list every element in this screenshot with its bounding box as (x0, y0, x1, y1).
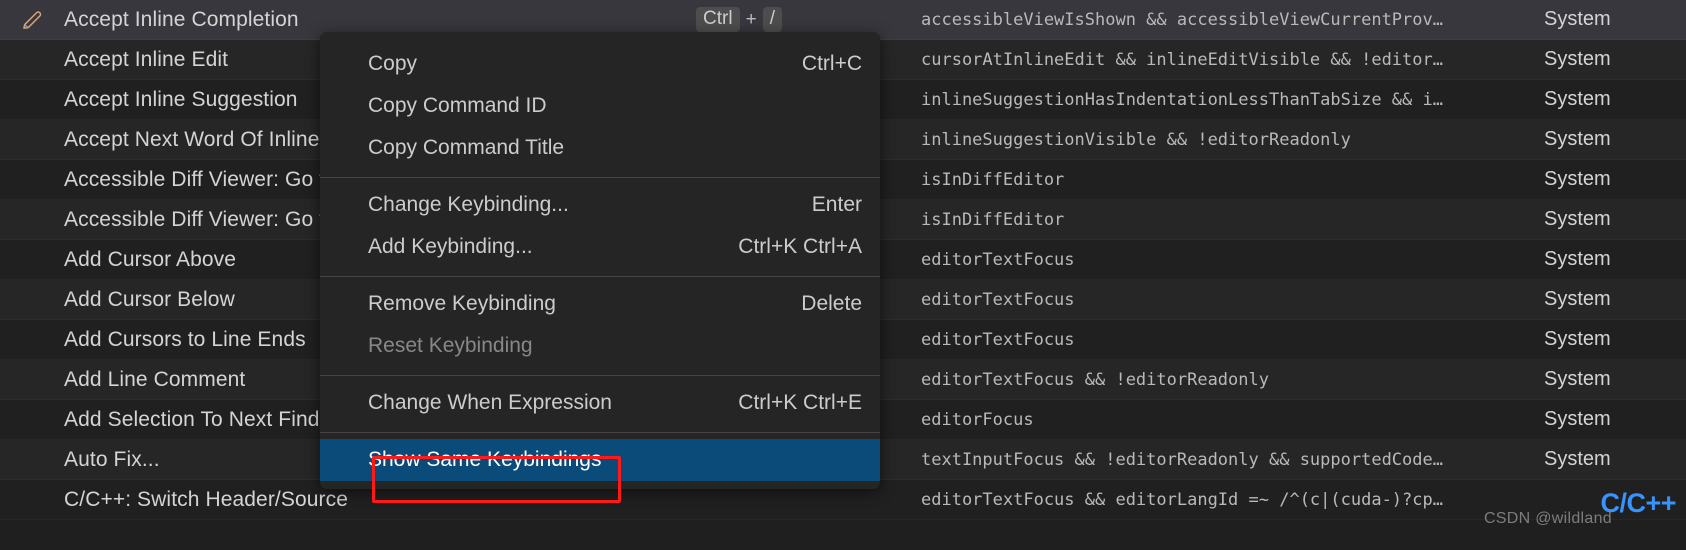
menu-item-reset-keybinding: Reset Keybinding (320, 325, 880, 367)
row-edit-icon-cell (0, 40, 64, 79)
row-source-label: System (1544, 248, 1611, 270)
row-when-expression: editorTextFocus && editorLangId =~ /^(c|… (921, 489, 1443, 510)
menu-item-add-keybinding[interactable]: Add Keybinding... Ctrl+K Ctrl+A (320, 226, 880, 268)
row-when-expression: inlineSuggestionHasIndentationLessThanTa… (921, 89, 1443, 110)
menu-item-accelerator: Delete (801, 292, 862, 315)
menu-item-show-same-keybindings[interactable]: Show Same Keybindings (320, 439, 880, 481)
row-source-label: System (1544, 408, 1611, 430)
menu-item-accelerator: Ctrl+K Ctrl+A (738, 235, 862, 258)
row-source-label: System (1544, 88, 1611, 110)
keycap: Ctrl (696, 6, 740, 33)
menu-item-change-keybinding[interactable]: Change Keybinding... Enter (320, 184, 880, 226)
row-edit-icon-cell (0, 160, 64, 199)
row-edit-icon-cell (0, 80, 64, 119)
menu-item-change-when-expression[interactable]: Change When Expression Ctrl+K Ctrl+E (320, 382, 880, 424)
menu-item-label: Change When Expression (368, 391, 612, 414)
row-source-label: System (1544, 168, 1611, 190)
row-when-expression: textInputFocus && !editorReadonly && sup… (921, 449, 1443, 470)
menu-item-copy-command-title[interactable]: Copy Command Title (320, 127, 880, 169)
row-when-expression: editorTextFocus (921, 289, 1075, 310)
menu-item-accelerator: Enter (811, 193, 862, 216)
row-command-label: Accept Inline Completion (64, 7, 299, 31)
row-source-label: System (1544, 8, 1611, 30)
row-when-expression: accessibleViewIsShown && accessibleViewC… (921, 9, 1443, 30)
menu-item-label: Copy Command ID (368, 94, 547, 117)
menu-item-label: Reset Keybinding (368, 334, 533, 357)
row-edit-icon-cell (0, 400, 64, 439)
menu-group: Show Same Keybindings (320, 432, 880, 489)
row-source-label: System (1544, 48, 1611, 70)
row-source-label: System (1544, 208, 1611, 230)
language-badge: C/C++ (1600, 488, 1676, 518)
row-when-expression: editorTextFocus (921, 329, 1075, 350)
menu-item-label: Copy Command Title (368, 136, 565, 159)
row-edit-icon-cell (0, 360, 64, 399)
row-edit-icon-cell (0, 280, 64, 319)
menu-group: Change Keybinding... Enter Add Keybinding.… (320, 177, 880, 276)
menu-item-label: Change Keybinding... (368, 193, 569, 216)
row-command-label: C/C++: Switch Header/Source (64, 487, 348, 511)
menu-group: Remove Keybinding Delete Reset Keybinding (320, 276, 880, 375)
keybindings-editor-screen: Accept Inline Completion Ctrl + / accessible… (0, 0, 1686, 550)
row-edit-icon-cell (0, 320, 64, 359)
menu-item-label: Copy (368, 52, 418, 75)
menu-item-label: Show Same Keybindings (368, 448, 602, 471)
key-separator: + (745, 8, 757, 30)
row-edit-icon-cell (0, 240, 64, 279)
menu-item-copy-command-id[interactable]: Copy Command ID (320, 85, 880, 127)
keybindings-context-menu[interactable]: Copy Ctrl+C Copy Command ID Copy Command Ti… (320, 32, 880, 489)
menu-group: Change When Expression Ctrl+K Ctrl+E (320, 375, 880, 432)
row-source-label: System (1544, 368, 1611, 390)
row-edit-icon-cell (0, 480, 64, 519)
menu-item-label: Remove Keybinding (368, 292, 556, 315)
row-source-label: System (1544, 128, 1611, 150)
row-when-expression: isInDiffEditor (921, 169, 1065, 190)
row-when-expression: inlineSuggestionVisible && !editorReadon… (921, 129, 1351, 150)
menu-item-copy[interactable]: Copy Ctrl+C (320, 43, 880, 85)
row-edit-icon-cell (0, 440, 64, 479)
row-edit-icon-cell[interactable] (0, 0, 64, 39)
menu-item-accelerator: Ctrl+C (801, 52, 862, 75)
row-when-expression: editorTextFocus (921, 249, 1075, 270)
row-source-label: System (1544, 448, 1611, 470)
keycap: / (762, 6, 782, 33)
row-when-expression: isInDiffEditor (921, 209, 1065, 230)
menu-group: Copy Ctrl+C Copy Command ID Copy Command Ti… (320, 37, 880, 177)
menu-item-label: Add Keybinding... (368, 235, 533, 258)
row-when-expression: editorFocus (921, 409, 1034, 430)
row-source-label: System (1544, 288, 1611, 310)
menu-item-accelerator: Ctrl+K Ctrl+E (738, 391, 862, 414)
row-source-label: System (1544, 328, 1611, 350)
menu-item-remove-keybinding[interactable]: Remove Keybinding Delete (320, 283, 880, 325)
row-edit-icon-cell (0, 200, 64, 239)
row-when-expression: cursorAtInlineEdit && inlineEditVisible … (921, 49, 1443, 70)
row-edit-icon-cell (0, 120, 64, 159)
row-when-expression: editorTextFocus && !editorReadonly (921, 369, 1269, 390)
pencil-icon[interactable] (19, 7, 45, 33)
